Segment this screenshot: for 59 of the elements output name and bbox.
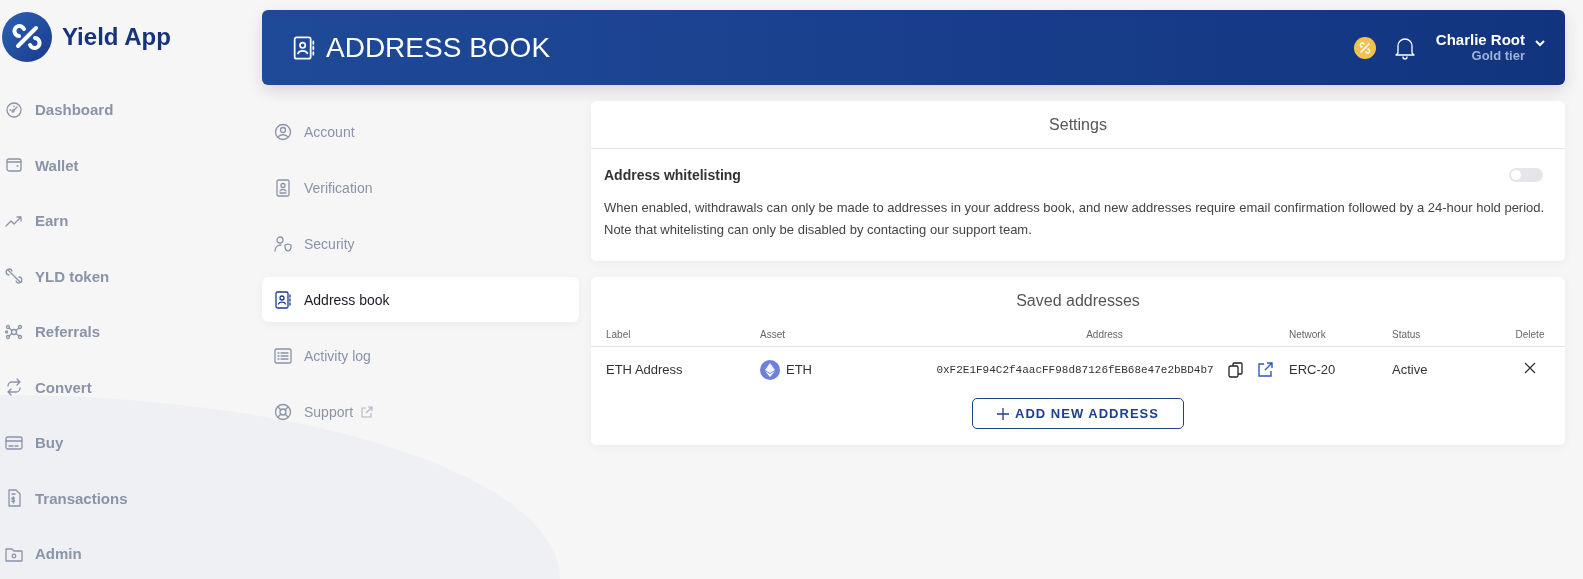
chevron-down-icon[interactable] <box>1535 38 1545 47</box>
settings-nav-item[interactable]: Account <box>262 109 579 154</box>
yield-coin-icon[interactable] <box>1353 36 1376 59</box>
sidebar-item[interactable]: YLD token <box>0 248 260 304</box>
receipt-icon <box>5 489 23 508</box>
sidebar-item[interactable]: Earn <box>0 193 260 249</box>
sidebar-item[interactable]: Dashboard <box>0 82 260 138</box>
id-badge-icon <box>274 178 292 197</box>
page-title: ADDRESS BOOK <box>326 31 551 64</box>
wallet-icon <box>5 156 23 175</box>
list-icon <box>274 346 292 365</box>
address-book-icon <box>274 290 292 309</box>
sidebar-item[interactable]: Buy <box>0 415 260 471</box>
sidebar-item[interactable]: Convert <box>0 359 260 415</box>
settings-title: Settings <box>591 101 1565 149</box>
settings-nav-item[interactable]: Address book <box>262 277 579 322</box>
plus-icon <box>997 407 1010 420</box>
table-cell: Active <box>1377 346 1480 392</box>
close-icon[interactable] <box>1524 362 1536 374</box>
saved-addresses-title: Saved addresses <box>1015 291 1141 311</box>
column-header: Network <box>1274 322 1377 347</box>
column-header: Delete <box>1480 322 1565 347</box>
tier-label: Gold tier <box>1470 48 1525 64</box>
column-header: Status <box>1377 322 1480 347</box>
ethereum-icon <box>760 359 780 380</box>
address-book-icon <box>292 35 316 60</box>
user-name[interactable]: Charlie Root <box>1435 31 1525 49</box>
card-icon <box>5 433 23 452</box>
add-new-address-button[interactable]: ADD NEW ADDRESS <box>972 398 1184 429</box>
brand-name: Yield App <box>62 23 171 51</box>
user-shield-icon <box>274 234 292 253</box>
user-circle-icon <box>274 122 292 141</box>
column-header: Address <box>920 322 1274 347</box>
yield-app-logo[interactable] <box>2 12 52 62</box>
sidebar-item[interactable]: Referrals <box>0 304 260 360</box>
copy-icon[interactable] <box>1227 361 1244 378</box>
settings-nav-item[interactable]: Verification <box>262 165 579 210</box>
sidebar-item[interactable]: Admin <box>0 526 260 579</box>
whitelisting-description: When enabled, withdrawals can only be made to addresses in your address book, and new addresses require email confirmation followed by a 24-hour hold period. Note that whitelisting can only be disabled by contacting our support team. <box>604 199 1546 239</box>
network-icon <box>5 322 23 341</box>
lifebuoy-icon <box>274 402 292 421</box>
column-header: Label <box>591 322 745 347</box>
table-cell: ETH Address <box>591 346 745 392</box>
external-link-icon[interactable] <box>1257 361 1273 377</box>
sidebar-item[interactable]: Wallet <box>0 137 260 193</box>
bell-icon[interactable] <box>1393 35 1416 60</box>
settings-nav-item[interactable]: Activity log <box>262 333 579 378</box>
table-cell: ETH <box>786 362 812 377</box>
gauge-icon <box>5 100 23 119</box>
whitelisting-toggle[interactable] <box>1509 168 1543 182</box>
repeat-arrows-icon <box>5 378 23 397</box>
settings-nav-item[interactable]: Security <box>262 221 579 266</box>
address-text: 0xF2E1F94C2f4aacFF98d87126fEB68e47e2bBD4b7 <box>936 364 1214 377</box>
table-cell: ERC-20 <box>1274 346 1377 392</box>
whitelisting-label: Address whitelisting <box>604 167 741 183</box>
external-link-icon <box>361 405 374 418</box>
column-header: Asset <box>745 322 920 347</box>
sidebar-item[interactable]: Transactions <box>0 470 260 526</box>
settings-nav-item[interactable]: Support <box>262 389 579 434</box>
